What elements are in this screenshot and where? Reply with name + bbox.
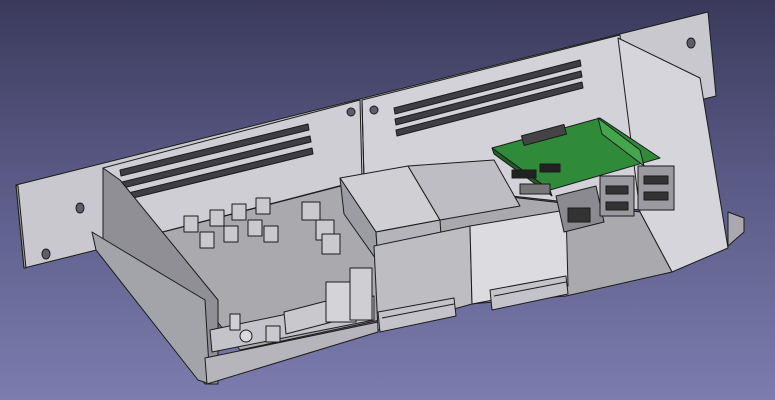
screw-hole-back-mid — [346, 107, 356, 117]
3d-viewport[interactable] — [0, 0, 775, 400]
screw-hole-back-right — [369, 105, 379, 115]
cad-model-render — [15, 11, 745, 385]
